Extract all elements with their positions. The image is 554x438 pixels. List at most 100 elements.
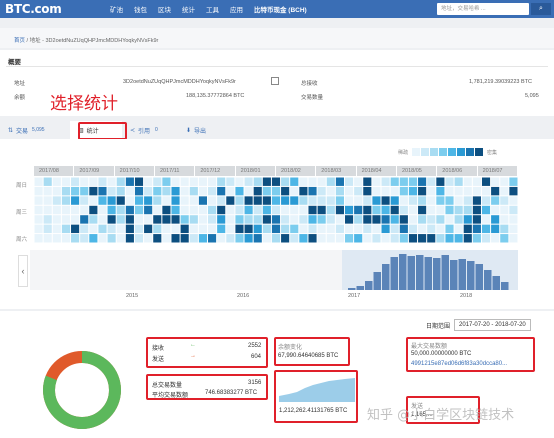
heatmap-cell[interactable] (162, 205, 171, 215)
heatmap-cell[interactable] (217, 205, 226, 215)
heatmap-cell[interactable] (463, 205, 472, 215)
heatmap-cell[interactable] (71, 177, 80, 186)
heatmap-cell[interactable] (125, 196, 134, 205)
heatmap-cell[interactable] (271, 196, 281, 205)
heatmap-cell[interactable] (144, 234, 153, 243)
heatmap-cell[interactable] (481, 215, 491, 224)
heatmap-cell[interactable] (281, 234, 290, 243)
nav-wallet[interactable]: 钱包 (134, 4, 147, 14)
heatmap-cell[interactable] (116, 234, 125, 243)
heatmap-cell[interactable] (107, 205, 116, 215)
heatmap-cell[interactable] (125, 234, 134, 243)
heatmap-cell[interactable] (61, 205, 71, 215)
heatmap-cell[interactable] (98, 215, 107, 224)
heatmap-cell[interactable] (125, 186, 134, 196)
heatmap-cell[interactable] (472, 224, 481, 234)
heatmap-cell[interactable] (80, 224, 89, 234)
heatmap-cell[interactable] (491, 186, 500, 196)
heatmap-cell[interactable] (52, 177, 61, 186)
heatmap-cell[interactable] (162, 177, 171, 186)
heatmap-cell[interactable] (408, 234, 418, 243)
heatmap-cell[interactable] (509, 205, 518, 215)
heatmap-cell[interactable] (418, 186, 427, 196)
heatmap-cell[interactable] (500, 186, 509, 196)
heatmap-cell[interactable] (335, 177, 344, 186)
heatmap-cell[interactable] (472, 205, 481, 215)
heatmap-cell[interactable] (509, 234, 518, 243)
heatmap-cell[interactable] (463, 234, 472, 243)
heatmap-cell[interactable] (491, 205, 500, 215)
heatmap-cell[interactable] (144, 224, 153, 234)
site-logo[interactable]: BTC.com (5, 2, 110, 16)
heatmap-cell[interactable] (299, 186, 308, 196)
heatmap-cell[interactable] (335, 224, 344, 234)
heatmap-cell[interactable] (125, 215, 134, 224)
heatmap-cell[interactable] (335, 186, 344, 196)
heatmap-cell[interactable] (481, 224, 491, 234)
heatmap-cell[interactable] (445, 177, 454, 186)
heatmap-cell[interactable] (208, 196, 217, 205)
heatmap-cell[interactable] (134, 205, 144, 215)
heatmap-cell[interactable] (290, 234, 299, 243)
heatmap-cell[interactable] (52, 186, 61, 196)
heatmap-cell[interactable] (299, 234, 308, 243)
heatmap-cell[interactable] (134, 215, 144, 224)
heatmap-cell[interactable] (80, 186, 89, 196)
heatmap-cell[interactable] (71, 205, 80, 215)
heatmap-cell[interactable] (208, 215, 217, 224)
heatmap-cell[interactable] (390, 224, 399, 234)
heatmap-cell[interactable] (43, 215, 52, 224)
heatmap-cell[interactable] (326, 177, 335, 186)
heatmap-cell[interactable] (427, 177, 436, 186)
heatmap-cell[interactable] (509, 186, 518, 196)
copy-icon[interactable] (271, 77, 279, 85)
heatmap-cell[interactable] (235, 234, 244, 243)
heatmap-cell[interactable] (399, 234, 408, 243)
heatmap-cell[interactable] (344, 224, 354, 234)
heatmap-cell[interactable] (399, 215, 408, 224)
heatmap-cell[interactable] (180, 205, 189, 215)
nav-blocks[interactable]: 区块 (158, 4, 171, 14)
heatmap-cell[interactable] (463, 215, 472, 224)
heatmap-cell[interactable] (208, 186, 217, 196)
heatmap-cell[interactable] (372, 234, 381, 243)
heatmap-cell[interactable] (344, 186, 354, 196)
heatmap-cell[interactable] (500, 205, 509, 215)
heatmap-cell[interactable] (317, 186, 326, 196)
heatmap-cell[interactable] (134, 224, 144, 234)
heatmap-cell[interactable] (491, 196, 500, 205)
heatmap-cell[interactable] (500, 224, 509, 234)
heatmap-cell[interactable] (445, 224, 454, 234)
heatmap-cell[interactable] (226, 224, 235, 234)
heatmap-cell[interactable] (408, 196, 418, 205)
heatmap-cell[interactable] (481, 196, 491, 205)
address-value[interactable]: 3D2oetdNuZUqQHPJmcMDDHYoqkyNVsFk9r (123, 79, 236, 85)
heatmap-cell[interactable] (162, 234, 171, 243)
heatmap-cell[interactable] (116, 196, 125, 205)
heatmap-cell[interactable] (71, 234, 80, 243)
breadcrumb-home[interactable]: 首页 (14, 38, 25, 44)
heatmap-cell[interactable] (107, 196, 116, 205)
heatmap-cell[interactable] (481, 177, 491, 186)
heatmap-cell[interactable] (116, 177, 125, 186)
heatmap-cell[interactable] (144, 186, 153, 196)
heatmap-cell[interactable] (198, 224, 208, 234)
heatmap-cell[interactable] (34, 224, 43, 234)
timeline-overview-chart[interactable]: 2015 2016 2017 2018 (30, 250, 518, 300)
heatmap-cell[interactable] (372, 186, 381, 196)
heatmap-cell[interactable] (61, 196, 71, 205)
heatmap-cell[interactable] (107, 177, 116, 186)
heatmap-cell[interactable] (381, 205, 390, 215)
heatmap-cell[interactable] (290, 186, 299, 196)
heatmap-cell[interactable] (290, 196, 299, 205)
heatmap-cell[interactable] (271, 186, 281, 196)
heatmap-cell[interactable] (171, 186, 180, 196)
heatmap-cell[interactable] (217, 186, 226, 196)
heatmap-cell[interactable] (317, 215, 326, 224)
heatmap-cell[interactable] (244, 196, 253, 205)
heatmap-cell[interactable] (189, 234, 198, 243)
heatmap-cell[interactable] (61, 234, 71, 243)
nav-stats[interactable]: 统计 (182, 4, 195, 14)
heatmap-cell[interactable] (189, 177, 198, 186)
heatmap-cell[interactable] (463, 224, 472, 234)
